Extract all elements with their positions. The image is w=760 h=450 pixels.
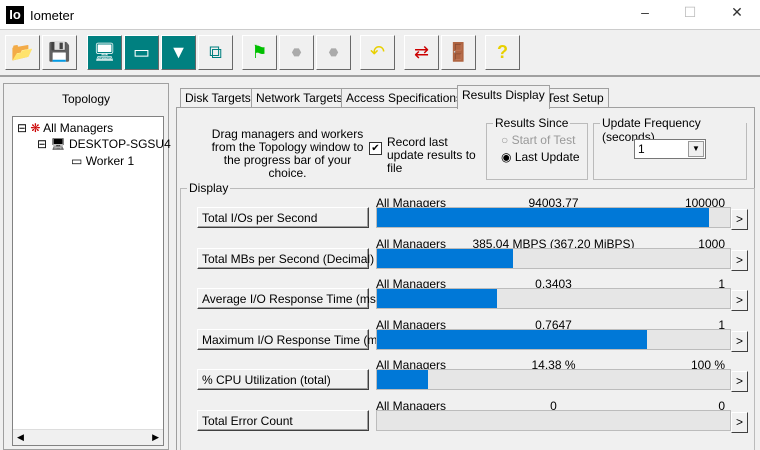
tree-item-manager[interactable]: ⊟ 🖥 DESKTOP-SGSU4	[37, 137, 171, 151]
duplicate-worker-button[interactable]: ⧉	[198, 35, 233, 70]
stop-icon: ⬣	[291, 47, 302, 59]
radio-label: Start of Test	[511, 133, 576, 147]
record-label: Record last update results to file	[387, 135, 476, 175]
results-since-title: Results Since	[493, 116, 571, 130]
computer-icon: 🖥	[50, 137, 66, 151]
tree-item-worker[interactable]: ▭ Worker 1	[71, 154, 134, 168]
exit-door-icon: 🚪	[447, 42, 470, 62]
duplicate-worker-icon: ⧉	[209, 42, 222, 62]
disconnect-icon: ⇄	[413, 42, 430, 62]
app-logo: Io	[6, 6, 24, 24]
title-bar: Io Iometer – ☐ ✕	[0, 0, 760, 30]
tab-disk-targets[interactable]: Disk Targets	[180, 88, 256, 108]
progress-fill	[377, 208, 709, 227]
stop-all-icon: ⬣	[328, 47, 339, 59]
disconnect-button[interactable]: ⇄	[404, 35, 439, 70]
green-flag-icon: ⚑	[251, 42, 268, 62]
reset-arrow-icon: ↶	[369, 42, 386, 62]
stop-all-button[interactable]: ⬣	[316, 35, 351, 70]
tab-network-targets[interactable]: Network Targets	[251, 88, 348, 108]
chevron-down-icon[interactable]: ▼	[688, 141, 704, 157]
tab-results-display[interactable]: Results Display	[457, 85, 550, 109]
metric-progress-bar[interactable]	[376, 328, 731, 350]
tree-item-all-managers[interactable]: ⊟ ❋ All Managers	[17, 121, 113, 135]
radio-last-update[interactable]: ◉ Last Update	[501, 150, 580, 164]
more-button[interactable]: >	[731, 371, 748, 392]
topology-panel: Topology ⊟ ❋ All Managers ⊟ 🖥 DESKTOP-SG…	[3, 83, 171, 450]
select-value: 1	[638, 142, 645, 156]
help-button[interactable]: ?	[485, 35, 520, 70]
more-button[interactable]: >	[731, 290, 748, 311]
save-button[interactable]: 💾	[42, 35, 77, 70]
more-button[interactable]: >	[731, 411, 748, 433]
start-tests-button[interactable]: ⚑	[242, 35, 277, 70]
worker-icon: ▭	[71, 154, 83, 168]
maximize-button[interactable]: ☐	[675, 4, 705, 21]
more-button[interactable]: >	[731, 249, 748, 271]
drag-instructions: Drag managers and workers from the Topol…	[211, 127, 364, 180]
open-icon: 📂	[11, 42, 34, 62]
horizontal-scrollbar[interactable]: ◀ ▶	[13, 429, 163, 445]
exit-button[interactable]: 🚪	[441, 35, 476, 70]
managers-icon: ❋	[30, 121, 41, 135]
topology-tree[interactable]: ⊟ ❋ All Managers ⊟ 🖥 DESKTOP-SGSU4 ▭ Wor…	[12, 116, 171, 446]
disk-worker-icon: ▭	[132, 42, 150, 62]
topology-title: Topology	[61, 92, 111, 106]
metric-select-button[interactable]: Average I/O Response Time (ms)	[197, 288, 380, 309]
metric-select-button[interactable]: % CPU Utilization (total)	[197, 369, 369, 390]
window-title: Iometer	[30, 8, 75, 23]
computer-icon: 🖥	[93, 42, 116, 62]
more-button[interactable]: >	[731, 330, 748, 352]
tree-label: All Managers	[43, 121, 114, 135]
radio-label: Last Update	[514, 150, 580, 164]
progress-fill	[377, 289, 498, 308]
metric-progress-bar[interactable]	[376, 288, 731, 309]
progress-fill	[377, 329, 648, 349]
start-network-worker-button[interactable]: ▼	[161, 35, 196, 70]
metric-progress-bar[interactable]	[376, 409, 731, 431]
radio-start-of-test[interactable]: ○ Start of Test	[501, 133, 575, 147]
metric-select-button[interactable]: Maximum I/O Response Time (ms)	[197, 328, 387, 350]
metric-progress-bar[interactable]	[376, 369, 731, 390]
results-since-group: Results Since ○ Start of Test ◉ Last Upd…	[486, 116, 588, 180]
metric-progress-bar[interactable]	[376, 207, 731, 228]
update-frequency-select[interactable]: 1 ▼	[634, 139, 706, 159]
tree-label: DESKTOP-SGSU4	[68, 137, 171, 151]
stop-button[interactable]: ⬣	[279, 35, 314, 70]
progress-fill	[377, 248, 513, 268]
display-title: Display	[187, 181, 231, 195]
start-manager-button[interactable]: 🖥	[87, 35, 122, 70]
metric-progress-bar[interactable]	[376, 247, 731, 269]
help-icon: ?	[497, 42, 508, 62]
metric-select-button[interactable]: Total MBs per Second (Decimal)	[197, 247, 374, 269]
record-checkbox[interactable]: ✔	[369, 142, 382, 155]
start-disk-worker-button[interactable]: ▭	[124, 35, 159, 70]
reset-workers-button[interactable]: ↶	[360, 35, 395, 70]
minimize-button[interactable]: –	[630, 4, 660, 20]
network-worker-icon: ▼	[169, 42, 188, 62]
open-button[interactable]: 📂	[5, 35, 40, 70]
save-icon: 💾	[48, 42, 71, 62]
progress-fill	[377, 370, 428, 389]
tree-label: Worker 1	[85, 154, 135, 168]
metric-select-button[interactable]: Total Error Count	[197, 409, 369, 431]
update-frequency-group: Update Frequency (seconds) 1 ▼	[593, 116, 747, 180]
metric-select-button[interactable]: Total I/Os per Second	[197, 207, 369, 228]
more-button[interactable]: >	[731, 209, 748, 230]
close-button[interactable]: ✕	[722, 4, 752, 21]
tab-access-specifications[interactable]: Access Specifications	[341, 88, 468, 108]
tab-test-setup[interactable]: Test Setup	[542, 88, 609, 108]
toolbar: 📂 💾 🖥 ▭ ▼ ⧉ ⚑ ⬣ ⬣ ↶ ⇄ 🚪 ?	[0, 31, 760, 77]
